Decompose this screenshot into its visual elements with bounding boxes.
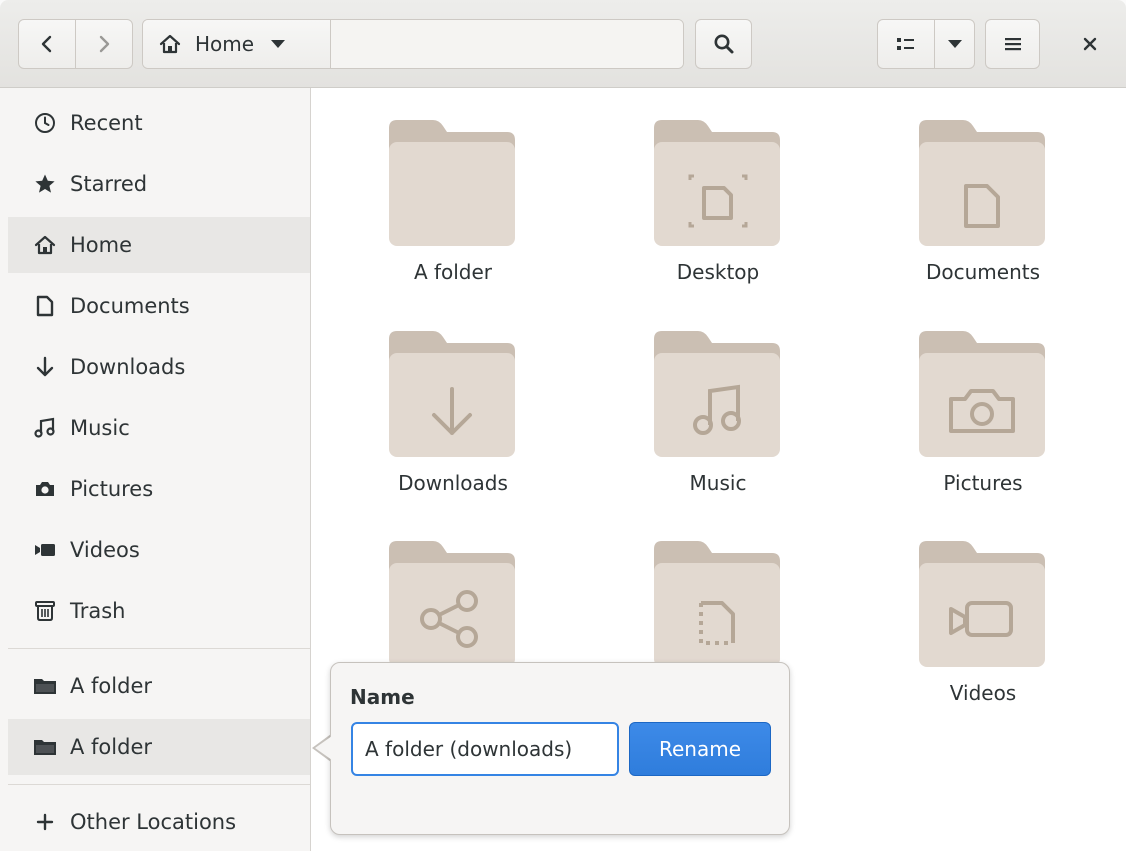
sidebar-item-label: A folder: [70, 735, 153, 759]
file-item[interactable]: Videos: [883, 539, 1083, 705]
sidebar-item-label: Home: [70, 233, 133, 257]
back-button[interactable]: [19, 20, 75, 68]
desktop-folder-icon: [654, 120, 780, 246]
sidebar-item-label: Starred: [70, 172, 148, 196]
rename-button[interactable]: Rename: [629, 722, 771, 776]
dropdown-arrow-icon: [271, 40, 286, 48]
file-item-label: A folder: [413, 260, 493, 284]
file-item[interactable]: A folder: [353, 118, 553, 284]
sidebar-item-documents[interactable]: Documents: [8, 278, 310, 334]
document-icon: [33, 294, 57, 318]
music-folder-icon: [654, 331, 780, 457]
rename-popover: Name Rename: [330, 662, 790, 835]
hamburger-menu-icon: [1004, 38, 1021, 51]
rename-popover-title: Name: [350, 685, 415, 709]
file-item[interactable]: [353, 539, 553, 681]
path-crumb-home[interactable]: Home: [143, 20, 331, 68]
path-crumb-label: Home: [195, 32, 255, 56]
sidebar-item-label: Trash: [70, 599, 126, 623]
home-icon: [33, 233, 57, 257]
documents-folder-icon: [919, 120, 1045, 246]
main-menu-button[interactable]: [985, 19, 1040, 69]
sidebar-item-downloads[interactable]: Downloads: [8, 339, 310, 395]
file-item[interactable]: Desktop: [618, 118, 818, 284]
dropdown-arrow-icon: [947, 40, 962, 48]
path-bar: Home: [142, 19, 684, 69]
sidebar-item-label: Documents: [70, 294, 190, 318]
sidebar-item-music[interactable]: Music: [8, 400, 310, 456]
download-icon: [33, 355, 57, 379]
header-bar: Home: [0, 0, 1126, 88]
sidebar-item-label: Recent: [70, 111, 143, 135]
public-share-folder-icon: [389, 541, 515, 667]
view-mode-button[interactable]: [878, 20, 934, 68]
sidebar-item-videos[interactable]: Videos: [8, 522, 310, 578]
sidebar-item-label: Other Locations: [70, 810, 237, 834]
file-item[interactable]: Pictures: [883, 329, 1083, 495]
sidebar-item-trash[interactable]: Trash: [8, 583, 310, 639]
sidebar-item-pictures[interactable]: Pictures: [8, 461, 310, 517]
sidebar-item-label: Pictures: [70, 477, 154, 501]
file-item-label: Music: [689, 471, 747, 495]
file-item-label: Pictures: [943, 471, 1023, 495]
sidebar-item-recent[interactable]: Recent: [8, 95, 310, 151]
sidebar: Recent Starred Home Documents Downloads …: [0, 88, 311, 851]
navigation-buttons: [18, 19, 133, 69]
home-icon: [159, 34, 181, 54]
file-item[interactable]: Downloads: [353, 329, 553, 495]
folder-icon: [33, 674, 57, 698]
file-item-label: Documents: [925, 260, 1041, 284]
path-location-area[interactable]: [331, 20, 683, 68]
plus-icon: [33, 810, 57, 834]
popover-arrow-fill: [315, 736, 332, 760]
videos-folder-icon: [919, 541, 1045, 667]
templates-folder-icon: [654, 541, 780, 667]
sidebar-item-label: Downloads: [70, 355, 186, 379]
file-item[interactable]: Documents: [883, 118, 1083, 284]
star-icon: [33, 172, 57, 196]
pictures-folder-icon: [919, 331, 1045, 457]
search-button[interactable]: [695, 19, 752, 69]
sidebar-separator: [8, 784, 310, 785]
sidebar-item-label: Music: [70, 416, 130, 440]
chevron-right-icon: [99, 35, 110, 53]
file-item-label: Desktop: [676, 260, 760, 284]
music-icon: [33, 416, 57, 440]
search-icon: [714, 34, 733, 54]
sidebar-item-label: Videos: [70, 538, 140, 562]
folder-icon: [389, 120, 515, 246]
downloads-folder-icon: [389, 331, 515, 457]
trash-icon: [33, 599, 57, 623]
sidebar-item-other-locations[interactable]: Other Locations: [8, 794, 310, 850]
rename-name-input[interactable]: [351, 722, 619, 776]
view-toggle-group: [877, 19, 975, 69]
file-item-label: Videos: [949, 681, 1017, 705]
sidebar-bookmark-folder[interactable]: A folder: [8, 719, 310, 775]
sidebar-separator: [8, 648, 310, 649]
file-manager-window: Home Recent Starred Home Documents Downl…: [0, 0, 1126, 851]
sidebar-bookmark-folder[interactable]: A folder: [8, 658, 310, 714]
close-button[interactable]: [1070, 26, 1110, 62]
sidebar-item-home[interactable]: Home: [8, 217, 310, 273]
sidebar-item-label: A folder: [70, 674, 153, 698]
file-item-label: Downloads: [398, 471, 508, 495]
forward-button[interactable]: [75, 20, 132, 68]
camera-icon: [33, 477, 57, 501]
sidebar-item-starred[interactable]: Starred: [8, 156, 310, 212]
folder-icon: [33, 735, 57, 759]
close-icon: [1083, 37, 1097, 51]
clock-icon: [33, 111, 57, 135]
list-view-icon: [897, 38, 914, 50]
view-options-button[interactable]: [934, 20, 974, 68]
file-item[interactable]: [618, 539, 818, 681]
file-item[interactable]: Music: [618, 329, 818, 495]
video-icon: [33, 538, 57, 562]
chevron-left-icon: [41, 35, 52, 53]
